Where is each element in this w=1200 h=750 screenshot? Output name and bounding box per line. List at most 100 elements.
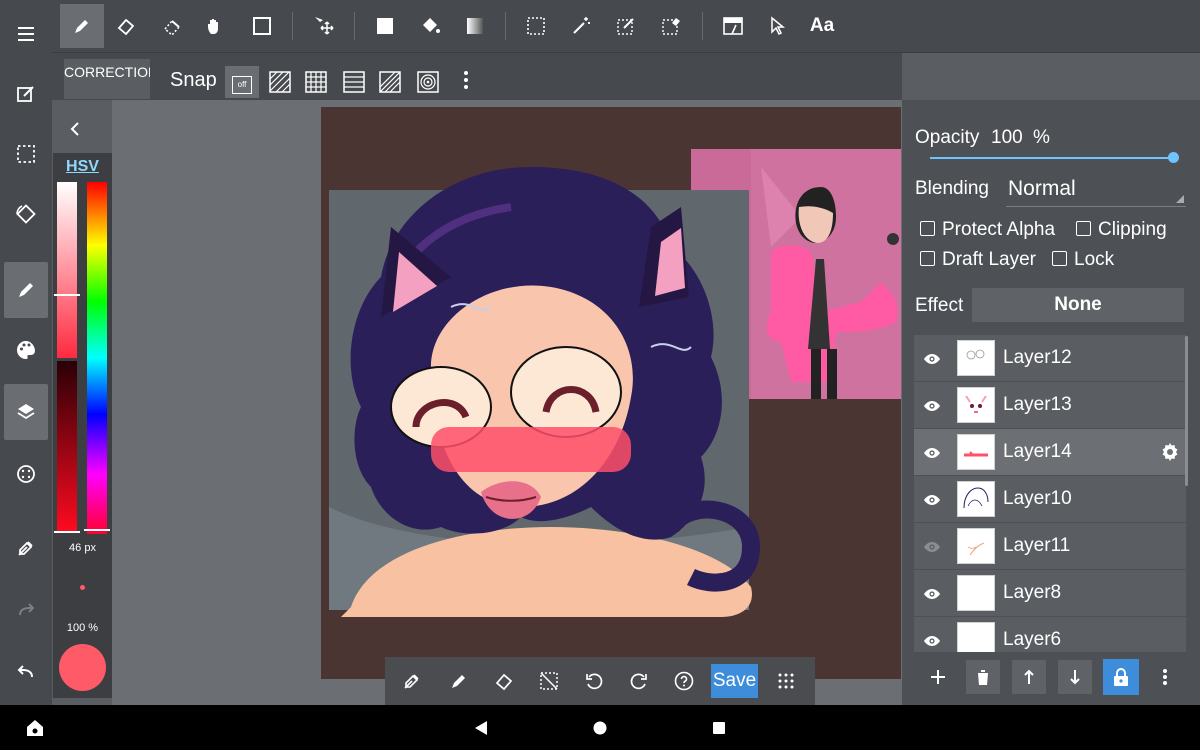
toolbar-divider [354,12,355,40]
system-nav-bar [0,705,1200,750]
snap-off-button[interactable]: off [225,66,259,98]
protect-alpha-checkbox[interactable]: Protect Alpha [920,219,1055,241]
layer-row[interactable]: Layer11 [914,523,1186,569]
rotate-right-icon[interactable] [628,670,650,692]
deselect-icon[interactable] [538,670,560,692]
value-slider[interactable] [57,361,77,533]
saturation-handle[interactable] [54,294,80,296]
delete-layer-icon[interactable] [966,660,1000,694]
add-layer-icon[interactable] [921,660,955,694]
clipping-checkbox[interactable]: Clipping [1076,219,1167,241]
pen-icon[interactable] [448,670,470,692]
visibility-eye-icon[interactable] [921,395,943,417]
redo-icon[interactable] [4,582,48,638]
layer-row[interactable]: Layer13 [914,382,1186,428]
bucket-tool-icon[interactable] [408,4,452,48]
shape-tool-icon[interactable] [240,4,284,48]
draft-layer-checkbox[interactable]: Draft Layer [920,249,1036,271]
saturation-slider[interactable] [57,182,77,358]
select-tool-icon[interactable] [514,4,558,48]
correction-button[interactable]: CORRECTION [64,59,150,99]
hue-slider[interactable] [87,182,107,534]
grid-menu-icon[interactable] [775,670,797,692]
gradient-tool-icon[interactable] [453,4,497,48]
eyedropper-icon[interactable] [4,520,48,576]
current-color-swatch[interactable] [59,644,106,691]
snap-parallel-icon[interactable] [266,68,294,96]
visibility-eye-icon[interactable] [921,536,943,558]
blending-value: Normal [1008,177,1076,200]
visibility-eye-icon[interactable] [921,442,943,464]
undo-icon[interactable] [4,644,48,700]
eraser-tool-icon[interactable] [104,4,148,48]
visibility-eye-icon[interactable] [921,489,943,511]
top-toolbar: Aa [52,0,1200,53]
layer-more-icon[interactable] [1148,660,1182,694]
snap-more-icon[interactable] [452,66,480,94]
visibility-eye-icon[interactable] [921,348,943,370]
help-icon[interactable] [673,670,695,692]
eraser-icon[interactable] [493,670,515,692]
eyedropper-icon[interactable] [401,670,423,692]
value-handle[interactable] [54,531,80,533]
selection-icon[interactable] [4,126,48,182]
move-tool-icon[interactable] [302,4,346,48]
brush-size-preview [80,585,85,590]
layer-row[interactable]: Layer14 [914,429,1186,475]
recents-icon[interactable] [708,717,730,739]
panel-tool-icon[interactable] [711,4,755,48]
blending-dropdown[interactable]: Normal [1006,174,1186,207]
hand-tool-icon[interactable] [193,4,237,48]
opacity-slider-handle[interactable] [1168,152,1179,163]
move-layer-down-icon[interactable] [1058,660,1092,694]
rotate-canvas-icon[interactable] [4,186,48,242]
select-pen-icon[interactable] [604,4,648,48]
visibility-eye-icon[interactable] [921,630,943,652]
palette-icon[interactable] [4,322,48,378]
text-tool-button[interactable]: Aa [800,4,844,48]
layer-thumbnail [957,481,995,517]
layer-thumbnail [957,434,995,470]
home-icon[interactable] [589,717,611,739]
magic-wand-icon[interactable] [559,4,603,48]
home-app-icon[interactable] [24,717,46,739]
menu-icon[interactable] [4,6,48,62]
materials-icon[interactable] [4,446,48,502]
move-layer-up-icon[interactable] [1012,660,1046,694]
fill-square-icon[interactable] [363,4,407,48]
dropdown-corner-icon [1176,195,1184,203]
canvas-edit-icon[interactable] [4,66,48,122]
save-button[interactable]: Save [711,664,758,698]
layer-settings-gear-icon[interactable] [1159,441,1181,463]
back-icon[interactable] [470,717,492,739]
drawing-canvas[interactable] [321,107,901,679]
brush-options-bar: CORRECTION Snap off [52,53,902,100]
snap-perspective-icon[interactable] [376,68,404,96]
effect-button[interactable]: None [972,288,1184,322]
brush-panel-icon[interactable] [4,262,48,318]
lock-checkbox[interactable]: Lock [1052,249,1114,271]
opacity-slider-track[interactable] [930,157,1173,159]
layer-row[interactable]: Layer10 [914,476,1186,522]
collapse-panel-icon[interactable] [64,118,86,140]
snap-concentric-icon[interactable] [414,68,442,96]
select-eraser-icon[interactable] [649,4,693,48]
layer-thumbnail [957,622,995,652]
layers-icon[interactable] [4,384,48,440]
visibility-eye-icon[interactable] [921,583,943,605]
layer-name: Layer14 [1003,441,1072,462]
canvas-bottom-bar: Save [385,657,815,705]
layer-row[interactable]: Layer6 [914,617,1186,652]
operation-tool-icon[interactable] [755,4,799,48]
layer-row[interactable]: Layer8 [914,570,1186,616]
brush-tool-icon[interactable] [60,4,104,48]
lock-layer-icon[interactable] [1103,659,1139,695]
layer-list-scrollbar[interactable] [1185,336,1188,486]
hsv-mode-tab[interactable]: HSV [53,158,112,176]
snap-horizontal-icon[interactable] [340,68,368,96]
snap-grid-icon[interactable] [302,68,330,96]
hue-handle[interactable] [84,529,110,531]
blur-tool-icon[interactable] [150,4,194,48]
rotate-left-icon[interactable] [583,670,605,692]
layer-row[interactable]: Layer12 [914,335,1186,381]
